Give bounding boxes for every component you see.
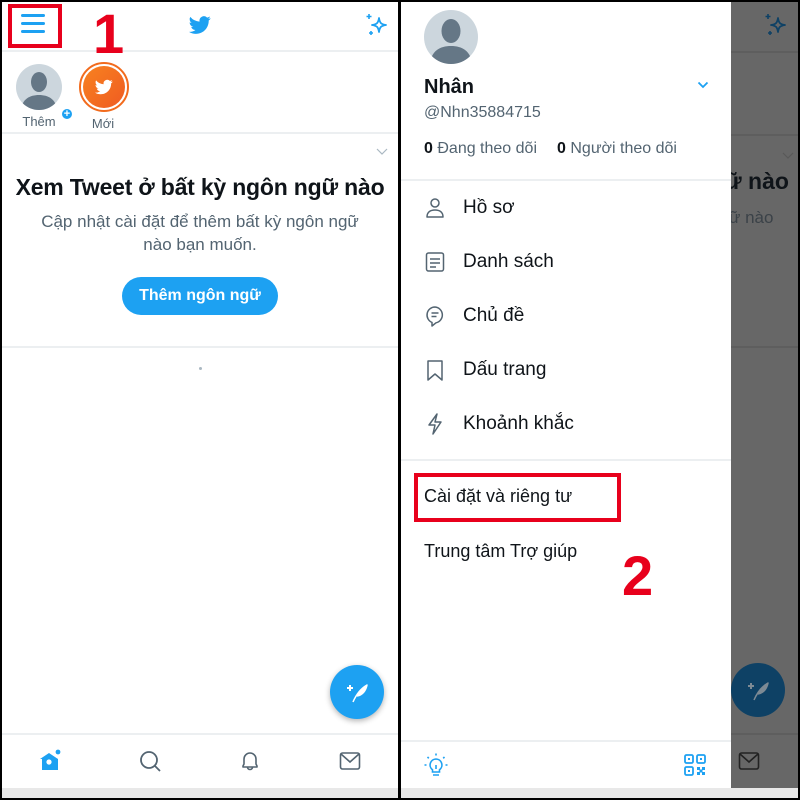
- system-navigation-bar: [2, 788, 398, 798]
- person-silhouette-icon: [21, 72, 57, 110]
- menu-item-profile[interactable]: Hồ sơ: [401, 182, 731, 236]
- compose-tweet-icon: [347, 684, 368, 703]
- divider: [401, 459, 731, 461]
- following-label: Đang theo dõi: [437, 140, 537, 157]
- annotation-box-settings: [414, 473, 621, 522]
- profile-name[interactable]: Nhân: [424, 76, 474, 99]
- fleet-add[interactable]: + Thêm: [15, 64, 74, 129]
- search-icon[interactable]: [138, 749, 162, 773]
- background-title-fragment: ữ nào: [731, 168, 789, 194]
- topics-icon: [426, 306, 444, 327]
- annotation-step-2: 2: [622, 544, 654, 607]
- menu-item-moments[interactable]: Khoảnh khắc: [401, 398, 731, 452]
- default-avatar: [16, 64, 62, 110]
- fleet-label: Thêm: [22, 114, 56, 129]
- home-timeline-screen: 1 + Thêm Mới Xem Tweet ở bất kỳ ngôn ngữ…: [2, 2, 398, 798]
- card-title: Xem Tweet ở bất kỳ ngôn ngữ nào: [15, 174, 385, 200]
- menu-item-label: Danh sách: [463, 251, 554, 272]
- navigation-drawer: Nhân @Nhn35884715 0 Đang theo dõi 0 Ngườ…: [401, 2, 731, 788]
- chevron-down-icon: [782, 152, 794, 159]
- compose-tweet-button-dimmed: [731, 663, 785, 717]
- following-count: 0: [424, 140, 433, 157]
- annotation-box-menu: [8, 4, 62, 48]
- menu-item-lists[interactable]: Danh sách: [401, 236, 731, 290]
- system-navigation-bar: [401, 788, 798, 798]
- add-language-button[interactable]: Thêm ngôn ngữ: [122, 277, 278, 315]
- loading-indicator: [199, 367, 202, 370]
- divider: [401, 179, 731, 181]
- card-subtitle: Cập nhật cài đặt để thêm bất kỳ ngôn ngữ…: [41, 212, 359, 254]
- navigation-drawer-screen: ữ nào ữ nào Nhân @Nhn35884715 0 Đang the…: [401, 2, 798, 798]
- account-switcher-chevron-icon[interactable]: [697, 81, 709, 89]
- fleets-row: + Thêm Mới: [2, 54, 398, 134]
- home-icon[interactable]: [38, 749, 62, 773]
- profile-handle: @Nhn35884715: [424, 104, 541, 121]
- background-subtitle-fragment: ữ nào: [731, 208, 774, 227]
- fleet-label: Mới: [91, 116, 115, 131]
- menu-item-label: Hồ sơ: [463, 197, 515, 218]
- fleet-new[interactable]: Mới: [79, 62, 129, 131]
- followers-label: Người theo dõi: [570, 140, 677, 157]
- compose-tweet-button[interactable]: [330, 665, 384, 719]
- menu-item-bookmarks[interactable]: Dấu trang: [401, 344, 731, 398]
- following-link[interactable]: 0 Đang theo dõi: [424, 140, 537, 158]
- profile-person-icon: [426, 198, 444, 218]
- sparkle-icon: [765, 14, 786, 35]
- twitter-bird-icon: [95, 79, 113, 95]
- help-center-link[interactable]: Trung tâm Trợ giúp: [424, 541, 577, 562]
- moments-lightning-icon: [428, 413, 442, 435]
- compose-tweet-icon: [748, 682, 769, 701]
- twitter-orange-avatar: [79, 62, 129, 112]
- followers-link[interactable]: 0 Người theo dõi: [557, 140, 677, 158]
- plus-icon: +: [60, 107, 74, 121]
- menu-item-topics[interactable]: Chủ đề: [401, 290, 731, 344]
- dimmed-background-overlay[interactable]: ữ nào ữ nào: [731, 2, 798, 788]
- notifications-bell-icon[interactable]: [238, 749, 262, 773]
- drawer-footer: [401, 740, 731, 788]
- twitter-bird-icon: [189, 16, 211, 34]
- profile-avatar[interactable]: [424, 10, 478, 64]
- menu-item-label: Dấu trang: [463, 359, 547, 380]
- chevron-down-icon[interactable]: [376, 148, 388, 156]
- messages-envelope-icon: [738, 752, 760, 770]
- qr-code-icon[interactable]: [684, 754, 706, 776]
- bottom-navigation: [2, 733, 398, 788]
- menu-item-label: Khoảnh khắc: [463, 413, 574, 434]
- person-silhouette-icon: [430, 19, 472, 64]
- menu-item-label: Chủ đề: [463, 305, 525, 326]
- sparkle-icon[interactable]: [364, 12, 390, 38]
- language-prompt-card: Xem Tweet ở bất kỳ ngôn ngữ nào Cập nhật…: [2, 136, 398, 348]
- followers-count: 0: [557, 140, 566, 157]
- bookmark-icon: [427, 360, 443, 381]
- lightbulb-icon[interactable]: [423, 752, 449, 778]
- lists-icon: [425, 252, 445, 272]
- messages-envelope-icon[interactable]: [338, 749, 362, 773]
